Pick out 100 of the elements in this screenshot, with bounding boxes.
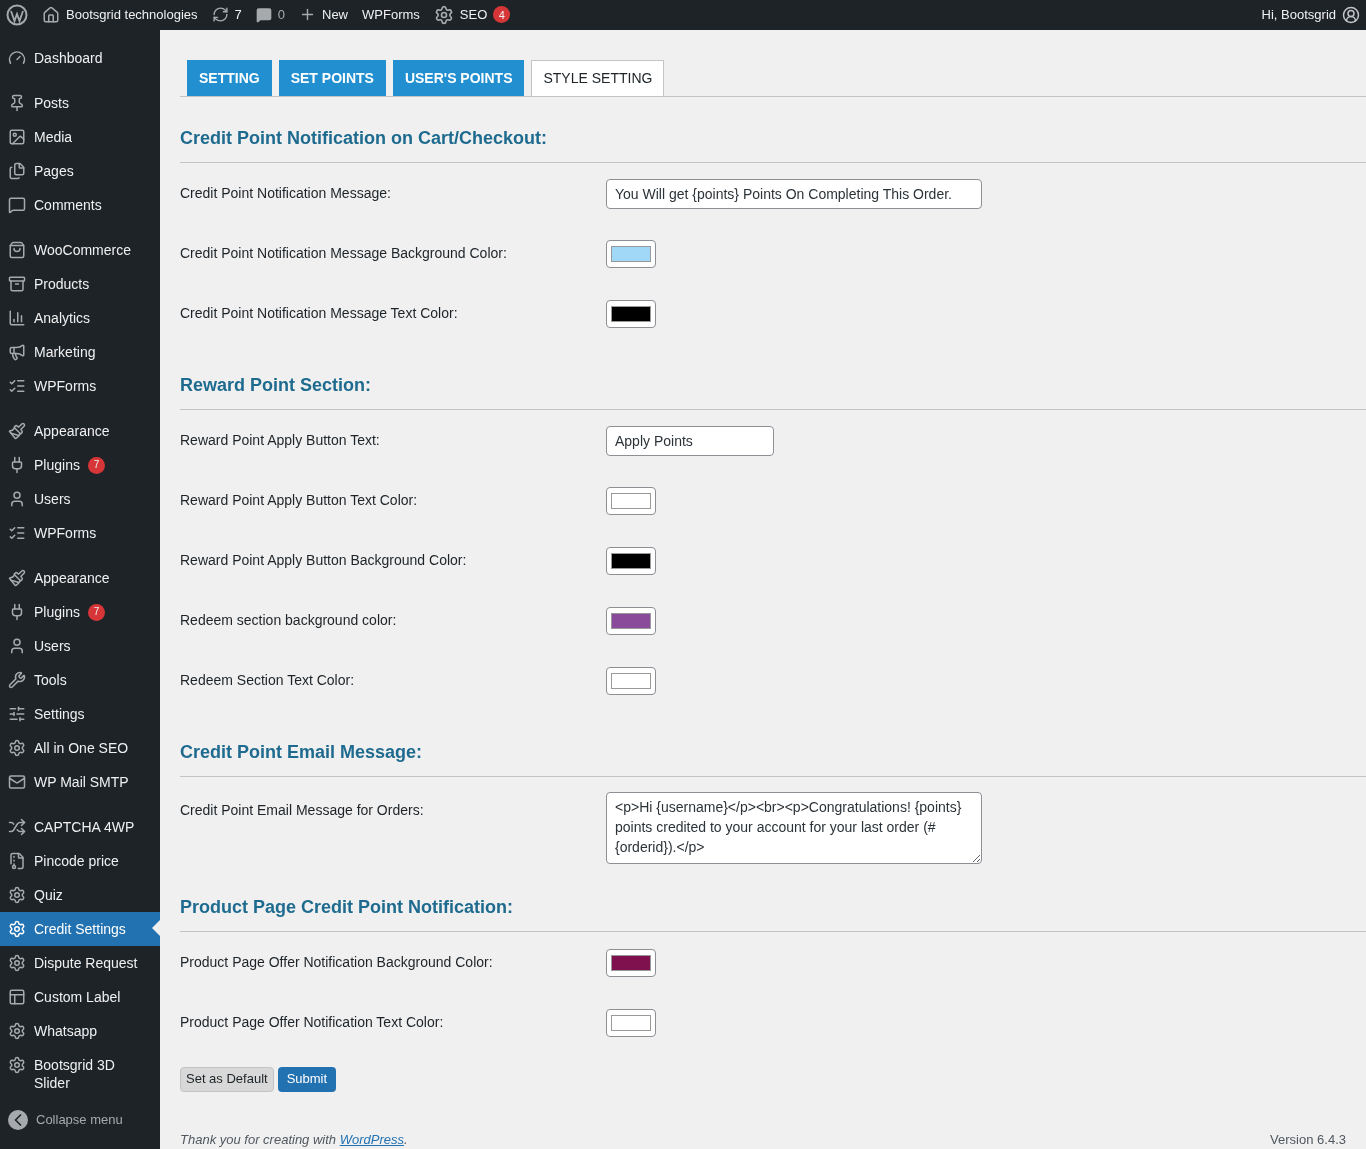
seo-link[interactable]: SEO 4: [433, 4, 511, 25]
arrows-icon: [8, 817, 26, 836]
sidebar-item[interactable]: WPForms: [0, 368, 160, 403]
color-picker[interactable]: [606, 486, 656, 515]
field-label: Redeem Section Text Color:: [180, 671, 356, 690]
collapse-menu-button[interactable]: Collapse menu: [0, 1099, 160, 1130]
sidebar-item[interactable]: Pages: [0, 153, 160, 188]
color-picker[interactable]: [606, 1008, 656, 1037]
section-heading: Credit Point Notification on Cart/Checkout:: [180, 96, 1366, 163]
sidebar-item[interactable]: Plugins 7: [0, 447, 160, 482]
sidebar-item[interactable]: Quiz: [0, 877, 160, 912]
sidebar-item[interactable]: WooCommerce: [0, 232, 160, 267]
pages-icon: [8, 161, 26, 180]
sidebar-item[interactable]: Products: [0, 266, 160, 301]
sidebar-item[interactable]: Pincode price: [0, 843, 160, 878]
field-label: Credit Point Notification Message Text Color:: [180, 304, 459, 323]
section-heading: Credit Point Email Message:: [180, 710, 1366, 777]
sidebar-item[interactable]: Custom Label: [0, 979, 160, 1014]
gear-icon: [433, 4, 454, 25]
zip-icon: [8, 851, 26, 870]
color-picker[interactable]: [606, 299, 656, 328]
sidebar-item[interactable]: Users: [0, 481, 160, 516]
version-text: Version 6.4.3: [1270, 1130, 1346, 1149]
count-badge: 7: [87, 603, 105, 621]
settings-tab[interactable]: SET POINTS: [278, 59, 386, 96]
settings-tab[interactable]: STYLE SETTING: [531, 59, 665, 96]
sidebar-item[interactable]: Bootsgrid 3D Slider: [0, 1047, 160, 1100]
media-icon: [8, 127, 26, 146]
sidebar-item[interactable]: Tools: [0, 662, 160, 697]
gear-icon: [8, 885, 26, 904]
field-label: Credit Point Notification Message Background Color:: [180, 244, 508, 263]
sidebar-item[interactable]: WP Mail SMTP: [0, 764, 160, 799]
submit-button[interactable]: Submit: [277, 1066, 337, 1092]
sidebar-item[interactable]: Settings: [0, 696, 160, 731]
archive-icon: [8, 274, 26, 293]
new-link[interactable]: New: [299, 5, 348, 25]
field-label: Redeem section background color:: [180, 611, 398, 630]
sidebar-item[interactable]: Analytics: [0, 300, 160, 335]
sidebar-item[interactable]: CAPTCHA 4WP: [0, 809, 160, 844]
field-label: Reward Point Apply Button Background Color:: [180, 551, 468, 570]
message-textarea[interactable]: <p>Hi {username}</p><br><p>Congratulations! {points} points credited to your account for your last order (#{orderid}).</p>: [606, 791, 982, 864]
count-badge: 7: [87, 456, 105, 474]
sidebar-item[interactable]: WPForms: [0, 515, 160, 550]
bar-chart-icon: [8, 308, 26, 327]
comment-icon: [255, 6, 272, 23]
text-field[interactable]: Apply Points: [606, 425, 774, 456]
gear-icon: [8, 1021, 26, 1040]
sidebar-item[interactable]: Appearance: [0, 413, 160, 448]
sidebar-item[interactable]: Credit Settings: [0, 911, 160, 946]
section-heading: Reward Point Section:: [180, 343, 1366, 410]
sidebar-item[interactable]: Whatsapp: [0, 1013, 160, 1048]
wrench-icon: [8, 670, 26, 689]
settings-tab[interactable]: SETTING: [187, 59, 272, 96]
color-picker[interactable]: [606, 948, 656, 977]
greeting-link[interactable]: Hi, Bootsgrid: [1261, 5, 1360, 25]
field-label: Credit Point Email Message for Orders:: [180, 800, 425, 820]
gear-icon: [8, 953, 26, 972]
wordpress-logo-icon[interactable]: [6, 3, 28, 26]
field-label: Credit Point Notification Message:: [180, 184, 392, 203]
site-name-link[interactable]: Bootsgrid technologies: [42, 5, 198, 25]
count-badge: 4: [493, 6, 511, 24]
user-icon: [8, 636, 26, 655]
layout-icon: [8, 987, 26, 1006]
gear-icon: [8, 1055, 26, 1074]
home-icon: [42, 5, 60, 24]
sidebar-item[interactable]: Comments: [0, 187, 160, 222]
active-pointer-icon: [152, 919, 160, 936]
color-picker[interactable]: [606, 239, 656, 268]
sidebar-item[interactable]: All in One SEO: [0, 730, 160, 765]
dashboard-icon: [8, 48, 26, 67]
sidebar-item[interactable]: Marketing: [0, 334, 160, 369]
mail-icon: [8, 772, 26, 791]
comment-icon: [8, 195, 26, 214]
sidebar-item[interactable]: Media: [0, 119, 160, 154]
sidebar-item[interactable]: Posts: [0, 85, 160, 120]
text-field[interactable]: You Will get {points} Points On Completing This Order.: [606, 178, 982, 209]
user-icon: [8, 489, 26, 508]
sidebar-item[interactable]: Users: [0, 628, 160, 663]
comments-link[interactable]: 0: [255, 5, 285, 25]
color-picker[interactable]: [606, 606, 656, 635]
color-picker[interactable]: [606, 666, 656, 695]
wpforms-link[interactable]: WPForms: [362, 5, 420, 25]
set-default-button[interactable]: Set as Default: [180, 1066, 274, 1092]
footer-text: Thank you for creating with WordPress.: [180, 1130, 408, 1149]
sidebar-item[interactable]: Plugins 7: [0, 594, 160, 629]
brush-icon: [8, 568, 26, 587]
gear-icon: [8, 738, 26, 757]
section-heading: Product Page Credit Point Notification:: [180, 865, 1366, 932]
collapse-icon: [8, 1109, 28, 1130]
sidebar-item[interactable]: Dashboard: [0, 40, 160, 75]
wordpress-link[interactable]: WordPress: [339, 1131, 404, 1147]
color-picker[interactable]: [606, 546, 656, 575]
updates-link[interactable]: 7: [211, 5, 242, 25]
field-label: Reward Point Apply Button Text Color:: [180, 491, 419, 510]
sidebar-item[interactable]: Dispute Request: [0, 945, 160, 980]
sidebar-item[interactable]: Appearance: [0, 560, 160, 595]
settings-tab[interactable]: USER'S POINTS: [392, 59, 525, 96]
bag-icon: [8, 240, 26, 259]
refresh-icon: [211, 6, 229, 24]
field-label: Product Page Offer Notification Background Color:: [180, 953, 494, 972]
